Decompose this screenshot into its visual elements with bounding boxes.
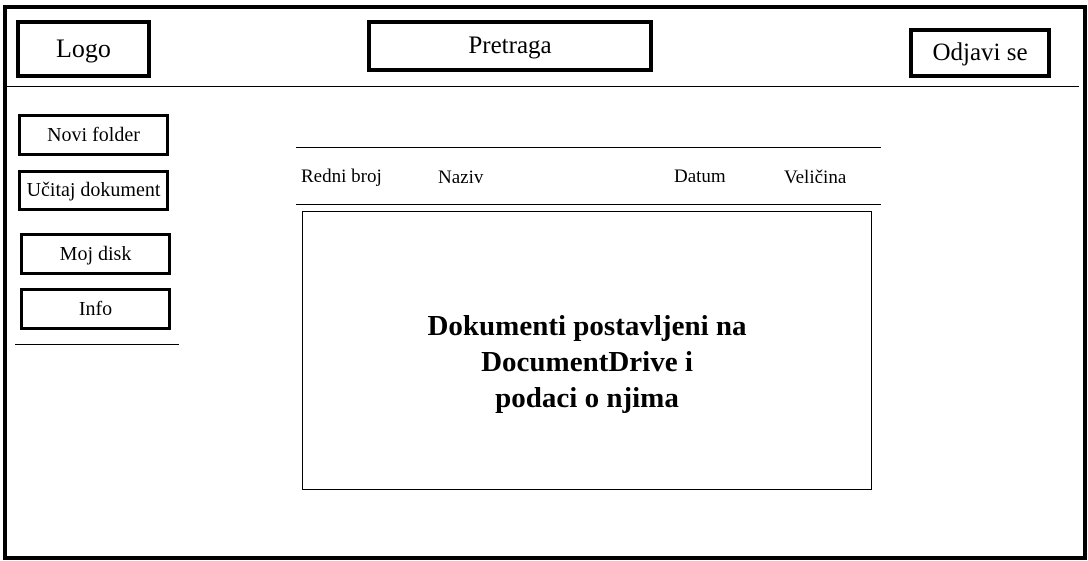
- my-disk-button[interactable]: Moj disk: [20, 233, 171, 275]
- sidebar-item-label: Info: [78, 297, 113, 320]
- logo: Logo: [16, 20, 151, 78]
- column-header-date[interactable]: Datum: [674, 166, 726, 188]
- logo-text: Logo: [56, 34, 111, 63]
- logout-button[interactable]: Odjavi se: [909, 28, 1051, 78]
- table-header-top-line: [296, 147, 881, 148]
- new-folder-button[interactable]: Novi folder: [18, 114, 169, 156]
- search-input[interactable]: Pretraga: [367, 20, 653, 72]
- table-header-bottom-line: [296, 204, 881, 205]
- placeholder-line: podaci o njima: [495, 382, 679, 414]
- header-divider: [7, 86, 1079, 87]
- logout-label: Odjavi se: [932, 39, 1028, 66]
- column-header-size[interactable]: Veličina: [784, 167, 846, 189]
- sidebar-item-label: Moj disk: [59, 242, 132, 265]
- column-header-ordinal[interactable]: Redni broj: [301, 166, 382, 188]
- sidebar-divider: [15, 344, 179, 345]
- column-header-name[interactable]: Naziv: [438, 167, 483, 189]
- placeholder-line: Dokumenti postavljeni na: [427, 310, 747, 342]
- search-placeholder: Pretraga: [468, 32, 552, 59]
- placeholder-line: DocumentDrive i: [481, 346, 693, 378]
- info-button[interactable]: Info: [20, 288, 171, 330]
- sidebar-item-label: Učitaj dokument: [26, 179, 161, 201]
- documents-placeholder-text: Dokumenti postavljeni na DocumentDrive i…: [303, 308, 871, 416]
- upload-document-button[interactable]: Učitaj dokument: [18, 170, 169, 211]
- documents-list-area: Dokumenti postavljeni na DocumentDrive i…: [302, 211, 872, 490]
- sidebar-item-label: Novi folder: [47, 123, 140, 146]
